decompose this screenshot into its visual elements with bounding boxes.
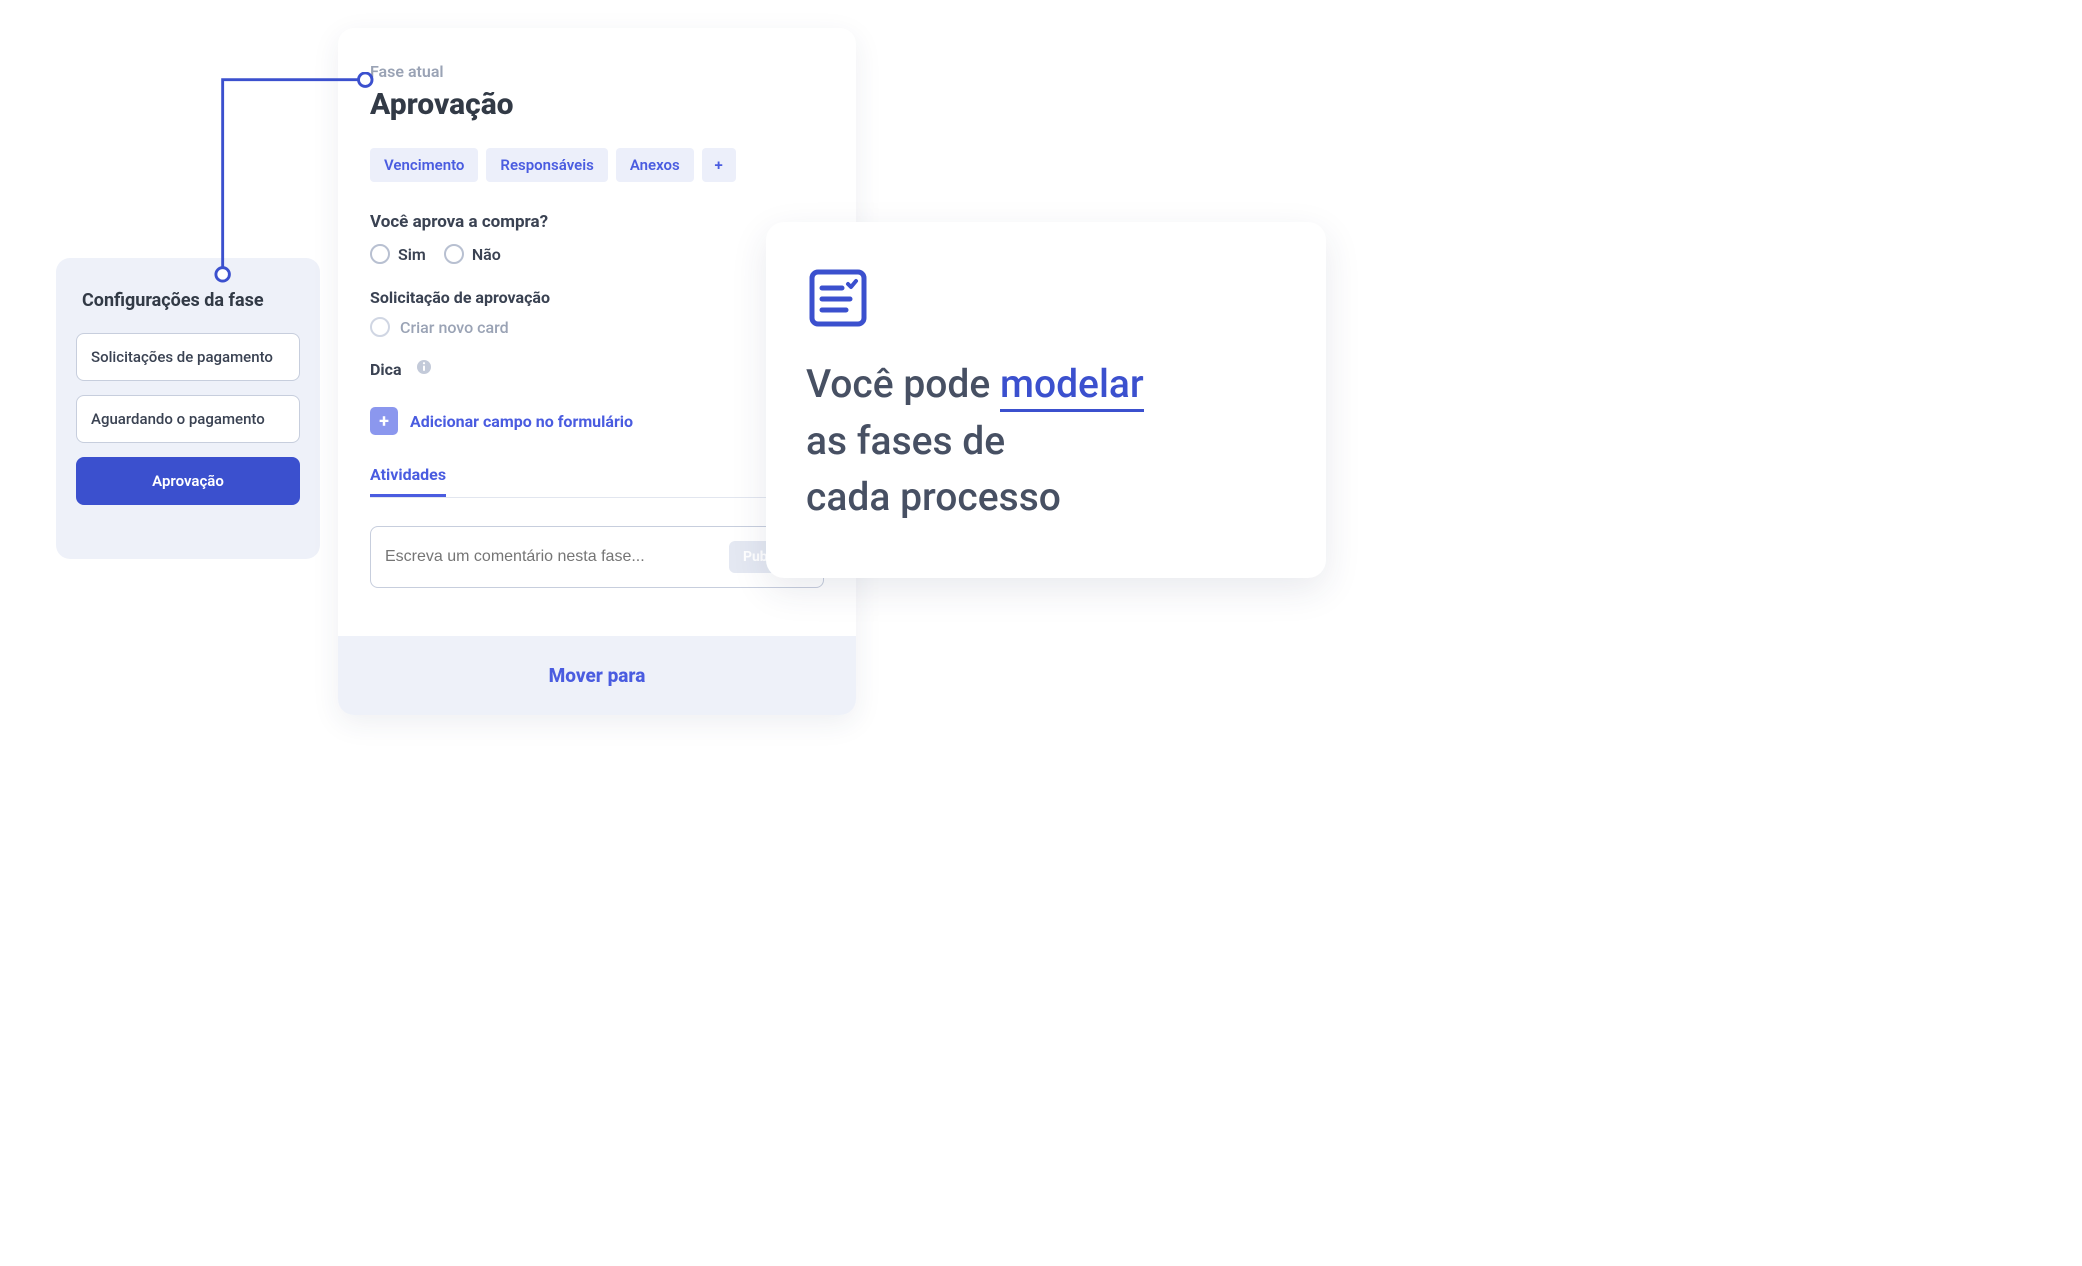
info-callout-card: Você pode modelar as fases de cada proce… [766,222,1326,578]
info-text-prefix: Você pode [806,361,1000,407]
tabs-row: Atividades [370,465,824,498]
approval-options: Sim Não [370,244,824,264]
tab-activities[interactable]: Atividades [370,465,446,497]
add-field-label: Adicionar campo no formulário [410,412,633,431]
phase-item-awaiting-payment[interactable]: Aguardando o pagamento [76,395,300,443]
phase-config-sidebar: Configurações da fase Solicitações de pa… [56,258,320,559]
move-to-footer[interactable]: Mover para [338,636,856,715]
approval-question-label: Você aprova a compra? [370,212,824,232]
radio-circle-icon [370,244,390,264]
info-text: Você pode modelar as fases de cada proce… [806,356,1286,526]
create-card-option[interactable]: Criar novo card [370,317,824,337]
create-card-label: Criar novo card [400,318,509,337]
radio-circle-icon [444,244,464,264]
chip-add-button[interactable]: + [702,148,736,182]
info-text-accent: modelar [1000,361,1144,412]
chip-assignees[interactable]: Responsáveis [486,148,607,182]
phase-title: Aprovação [370,87,824,122]
info-text-line2: as fases de [806,418,1005,464]
chip-attachments[interactable]: Anexos [616,148,694,182]
chip-due-date[interactable]: Vencimento [370,148,478,182]
phase-item-approval[interactable]: Aprovação [76,457,300,505]
move-to-label: Mover para [549,664,646,687]
radio-yes-label: Sim [398,245,426,264]
radio-option-yes[interactable]: Sim [370,244,426,264]
attribute-chips-row: Vencimento Responsáveis Anexos + [370,148,824,182]
info-text-line3: cada processo [806,474,1061,520]
phase-item-payment-requests[interactable]: Solicitações de pagamento [76,333,300,381]
plus-icon: + [370,407,398,435]
comment-box: Publicar [370,526,824,588]
radio-circle-icon [370,317,390,337]
comment-input[interactable] [385,548,682,566]
sidebar-title: Configurações da fase [76,290,300,311]
radio-option-no[interactable]: Não [444,244,501,264]
add-field-button[interactable]: + Adicionar campo no formulário [370,407,633,435]
hint-label: Dica [370,360,402,379]
checklist-icon [806,266,870,330]
approval-request-label: Solicitação de aprovação [370,288,824,307]
info-icon[interactable] [416,359,432,379]
radio-no-label: Não [472,245,501,264]
hint-row: Dica [370,359,824,379]
current-phase-label: Fase atual [370,62,824,81]
